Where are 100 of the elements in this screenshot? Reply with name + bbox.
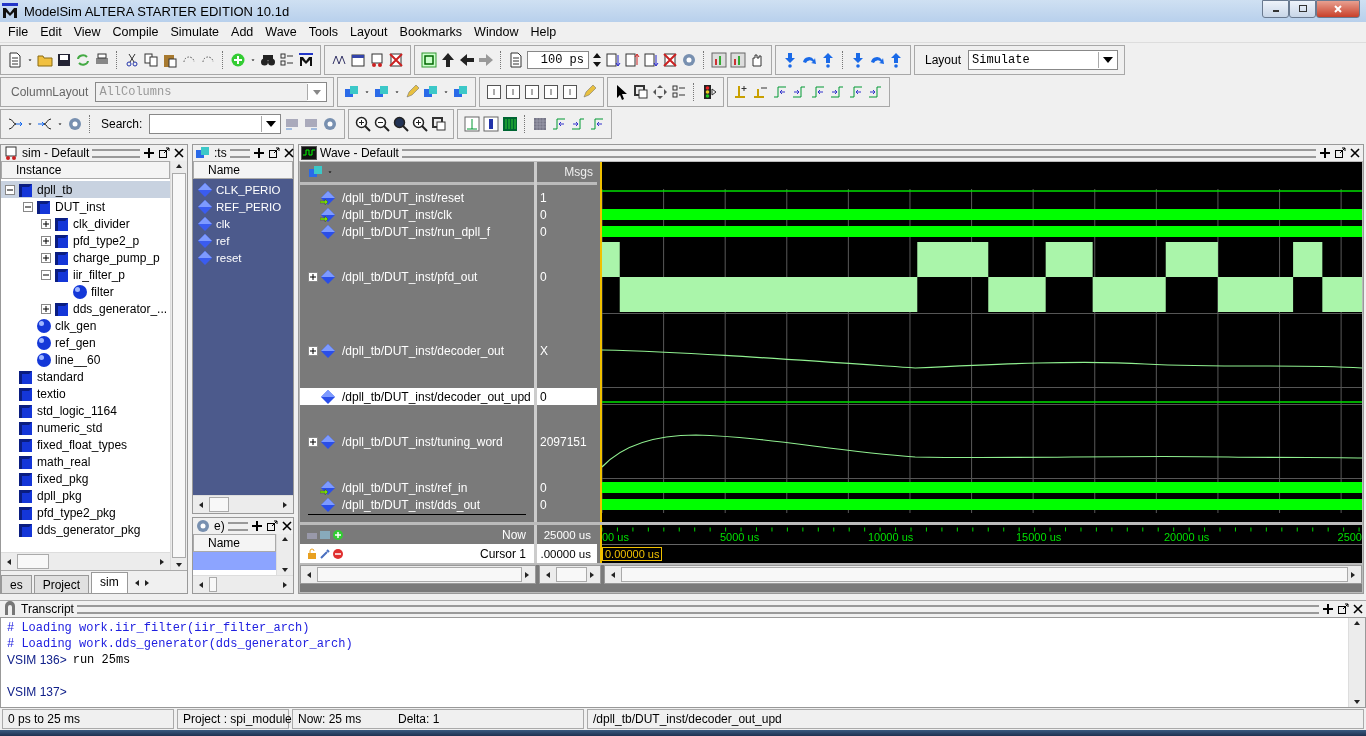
wave-dense-icon[interactable] [502,116,519,132]
maximize-button[interactable] [1289,0,1316,18]
object-name[interactable]: reset [216,251,242,264]
run-length-field[interactable]: 100 ps [527,51,589,69]
signal-row[interactable]: /dpll_tb/DUT_inst/dds_out [300,496,534,513]
add-icon[interactable] [250,520,263,532]
column-header[interactable]: Name [193,534,276,552]
square-icon[interactable] [421,52,437,68]
menu-item[interactable]: File [2,25,35,39]
menu-item[interactable]: Simulate [164,25,226,39]
panel-tab[interactable]: sim [91,572,128,593]
page-icon[interactable] [7,52,23,68]
menu-item[interactable]: View [67,25,107,39]
grip-handle[interactable] [401,148,1316,158]
page-icon[interactable] [508,52,524,68]
tree-item[interactable]: std_logic_1164 [1,402,170,419]
signal-row[interactable]: /dpll_tb/DUT_inst/run_dpll_f [300,223,534,240]
expand-toggle-icon[interactable] [41,235,51,246]
toolbar-icons[interactable] [306,547,344,560]
tree-item[interactable]: fixed_pkg [1,470,170,487]
tree-item[interactable]: pfd_type2_pkg [1,504,170,521]
arrow-up-icon[interactable] [440,52,456,68]
add-icon[interactable] [143,147,155,159]
close-icon[interactable] [173,147,185,159]
layers-icon[interactable] [344,84,361,100]
copy-icon[interactable] [143,52,159,68]
close-icon[interactable] [1349,147,1361,159]
layers-icon[interactable] [374,84,391,100]
add-icon[interactable] [252,147,265,159]
layers-icon[interactable] [423,84,440,100]
object-name[interactable]: clk [216,217,231,230]
scroll-thumb[interactable] [621,567,1348,582]
tree-item[interactable]: clk_gen [1,317,170,334]
menu-item[interactable]: Bookmarks [393,25,469,39]
clipboard-icon[interactable] [162,52,178,68]
add-icon[interactable] [1319,147,1331,159]
cart-icon[interactable] [369,52,385,68]
close-icon[interactable] [1352,603,1364,615]
menu-item[interactable]: Window [468,25,525,39]
expand-toggle-icon[interactable] [5,184,15,195]
signal-row[interactable]: /dpll_tb/DUT_inst/reset [300,189,534,206]
close-button[interactable] [1316,0,1360,18]
calendar-icon[interactable] [350,52,366,68]
column-header[interactable]: Name [193,161,293,179]
menu-item[interactable]: Compile [106,25,165,39]
panel-tab[interactable]: Project [33,575,90,593]
add-icon[interactable] [1322,603,1334,615]
tree-item[interactable]: charge_pump_p [1,249,170,266]
page-x-icon[interactable] [388,52,404,68]
tree-item[interactable]: dds_generator_pkg [1,521,170,538]
scroll-thumb[interactable] [556,567,587,582]
box-icon[interactable] [562,84,579,100]
page-x-icon[interactable] [662,52,678,68]
minimize-button[interactable] [1262,0,1289,18]
menu-item[interactable]: Tools [302,25,344,39]
arrow-left-icon[interactable] [459,52,475,68]
horizontal-scrollbar[interactable] [300,565,536,584]
object-name[interactable]: CLK_PERIO [216,183,281,196]
search-field[interactable] [149,114,282,134]
undock-icon[interactable] [1334,147,1346,159]
move-icon[interactable] [652,84,669,100]
menu-item[interactable]: Add [225,25,260,39]
tree-item[interactable]: iir_filter_p [1,266,170,283]
undock-icon[interactable] [267,147,280,159]
menu-item[interactable]: Wave [259,25,303,39]
expand-toggle-icon[interactable] [41,252,51,263]
scroll-thumb[interactable] [209,497,229,512]
layers-icon[interactable] [453,84,470,100]
box-icon[interactable] [486,84,503,100]
vertical-scrollbar[interactable] [1348,618,1365,707]
horizontal-scrollbar[interactable] [539,565,601,584]
box-icon[interactable] [505,84,522,100]
expand-toggle-icon[interactable] [41,303,51,314]
grip-handle[interactable] [92,148,140,158]
close-icon[interactable] [282,147,295,159]
tree-item[interactable]: standard [1,368,170,385]
signal-row[interactable]: /dpll_tb/DUT_inst/ref_in [300,479,534,496]
undock-icon[interactable] [158,147,170,159]
tree-item[interactable]: pfd_type2_p [1,232,170,249]
undock-icon[interactable] [1337,603,1349,615]
wave-pulse-icon[interactable] [483,116,500,132]
panel-tab[interactable]: es [1,575,32,593]
expand-toggle-icon[interactable] [308,272,318,282]
box-icon[interactable] [524,84,541,100]
layout-dropdown[interactable]: Simulate [968,50,1119,70]
signal-row[interactable]: /dpll_tb/DUT_inst/pfd_out [300,240,534,314]
vertical-scrollbar[interactable] [276,534,293,575]
chart-icon[interactable] [730,52,746,68]
tree-item[interactable]: filter [1,283,170,300]
box-icon[interactable] [543,84,560,100]
signal-row[interactable]: /dpll_tb/DUT_inst/decoder_out_upd [300,388,534,405]
tree-item[interactable]: dpll_pkg [1,487,170,504]
cursor-time[interactable]: 0.00000 us [602,546,663,561]
scroll-thumb[interactable] [317,567,522,582]
scroll-thumb[interactable] [17,554,49,569]
binoculars-icon[interactable] [260,52,276,68]
scroll-thumb[interactable] [209,577,217,592]
tree-item[interactable]: clk_divider [1,215,170,232]
expand-toggle-icon[interactable] [23,201,33,212]
tree-item[interactable]: fixed_float_types [1,436,170,453]
